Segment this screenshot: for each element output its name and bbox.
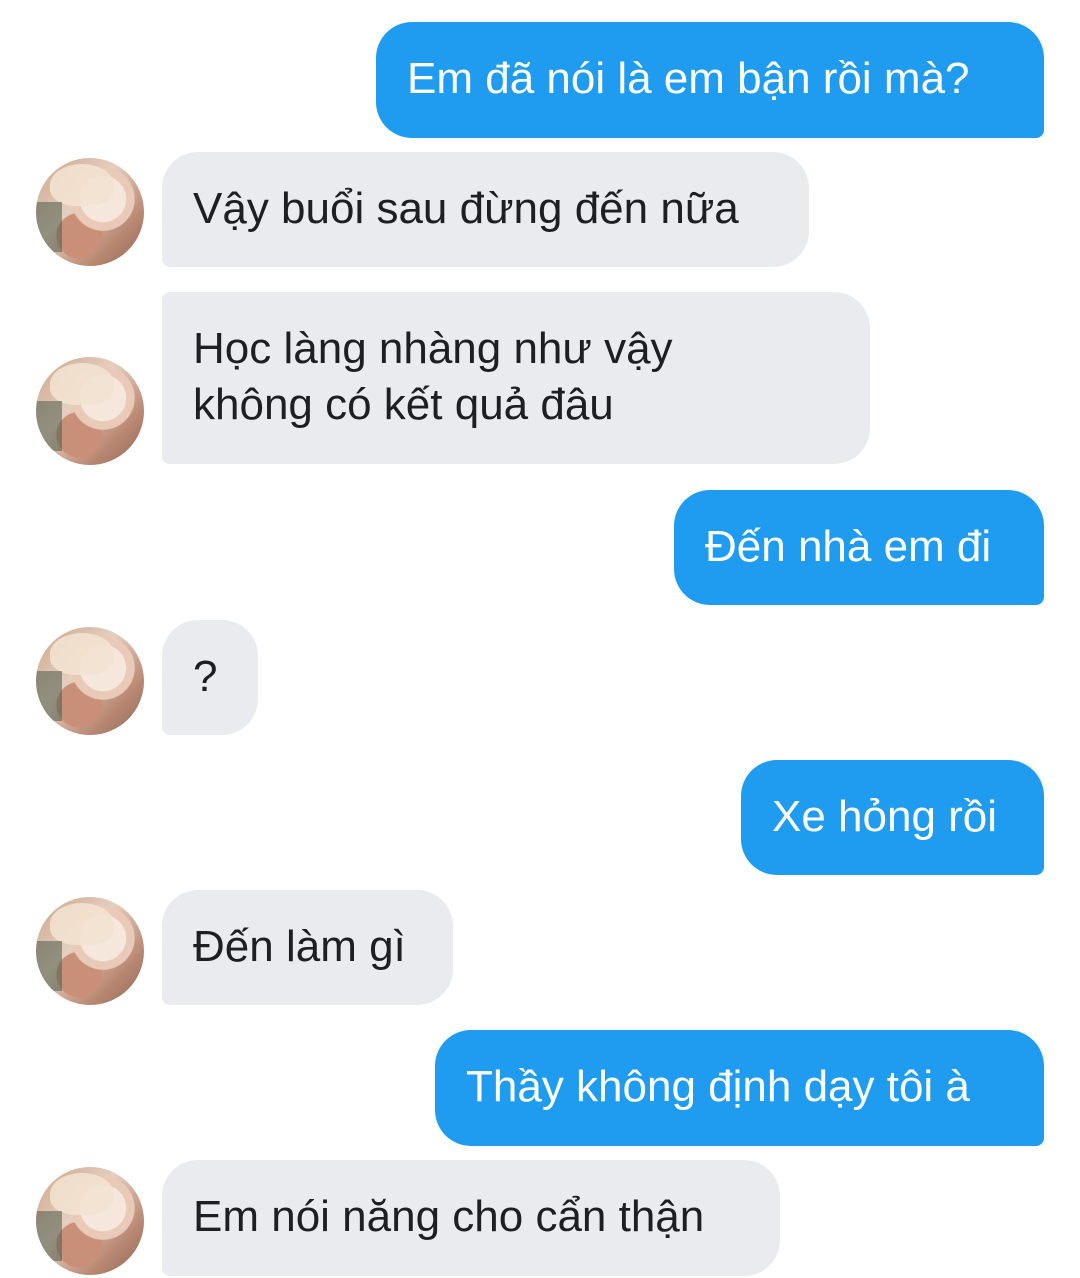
message-bubble-incoming[interactable]: Vậy buổi sau đừng đến nữa <box>162 152 809 267</box>
chat-thread: Em đã nói là em bận rồi mà? Vậy buổi sau… <box>0 0 1080 1278</box>
message-bubble-outgoing[interactable]: Thầy không định dạy tôi à <box>435 1030 1044 1146</box>
contact-avatar[interactable] <box>36 1167 144 1275</box>
contact-avatar[interactable] <box>36 158 144 266</box>
contact-avatar[interactable] <box>36 627 144 735</box>
message-bubble-outgoing[interactable]: Em đã nói là em bận rồi mà? <box>376 22 1044 138</box>
contact-avatar[interactable] <box>36 357 144 465</box>
message-bubble-incoming[interactable]: Học làng nhàng như vậy không có kết quả … <box>162 292 870 464</box>
message-bubble-incoming[interactable]: Đến làm gì <box>162 890 453 1005</box>
message-bubble-outgoing[interactable]: Đến nhà em đi <box>674 490 1044 605</box>
message-bubble-incoming[interactable]: ? <box>162 620 258 735</box>
contact-avatar[interactable] <box>36 897 144 1005</box>
message-bubble-outgoing[interactable]: Xe hỏng rồi <box>741 760 1044 875</box>
message-bubble-incoming[interactable]: Em nói năng cho cẩn thận <box>162 1160 780 1276</box>
